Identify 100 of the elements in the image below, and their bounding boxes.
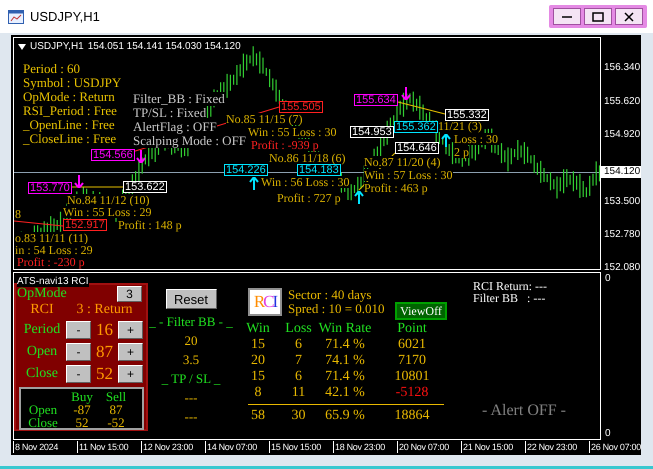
down-arrow-icon <box>136 149 146 163</box>
minus-button[interactable]: - <box>66 365 91 383</box>
column-header: Loss <box>284 321 313 337</box>
table-cell-text: 8 <box>254 385 262 401</box>
tpsl-value: --- <box>184 389 198 407</box>
window-title: USDJPY,H1 <box>30 9 101 24</box>
trade-text: o.83 11/11 (11) <box>15 232 88 244</box>
column-header: Win <box>245 321 271 337</box>
mode-value: 3 : Return <box>76 302 134 318</box>
column-header: Point <box>396 321 428 337</box>
stepper-value: 16 <box>95 320 114 340</box>
plus-button[interactable]: + <box>118 321 143 339</box>
stepper-label: Close <box>25 366 59 382</box>
table-cell-text: 15 <box>250 337 266 353</box>
table-cell-text: 11 <box>290 385 306 401</box>
table-cell-text: 52 <box>74 415 90 428</box>
time-axis-label: 21 Nov 15:00 <box>461 441 525 453</box>
time-axis-label: 26 Nov 07:00 <box>589 441 653 453</box>
minus-button[interactable]: - <box>66 321 91 339</box>
time-axis-label: 20 Nov 07:00 <box>397 441 461 453</box>
trade-text: Profit : 727 p <box>277 192 341 204</box>
info-text: AlertFlag : OFF <box>133 120 217 134</box>
time-axis-label: 14 Nov 07:00 <box>205 441 269 453</box>
plus-button[interactable]: + <box>118 343 143 361</box>
dropdown-triangle-icon[interactable] <box>18 44 26 50</box>
trade-text: Win : 55 Loss : 29 <box>63 206 152 218</box>
trade-text: Profit : 148 p <box>118 219 182 231</box>
price-label: 154.183 <box>297 164 341 176</box>
price-label: 152.917 <box>63 219 107 231</box>
trade-text: Profit : -939 p <box>251 139 319 151</box>
minimize-button[interactable] <box>553 8 581 25</box>
close-icon <box>624 12 634 22</box>
trade-text: No.86 11/18 (6) <box>269 152 346 164</box>
ohlc-values: 154.051 154.141 154.030 154.120 <box>88 41 241 52</box>
opmode-label: OpMode <box>17 286 67 302</box>
table-cell-text: 6021 <box>397 337 427 353</box>
down-arrow-icon <box>401 86 411 100</box>
total-cell-text: 30 <box>290 408 306 424</box>
price-axis-label: 155.620 <box>604 96 640 108</box>
price-axis-label: 152.780 <box>604 229 640 242</box>
info-text: TP/SL : Fixed <box>133 106 206 120</box>
time-axis-label: 11 Nov 15:00 <box>77 441 141 453</box>
maximize-button[interactable] <box>584 8 612 25</box>
plus-button[interactable]: + <box>118 365 143 383</box>
price-axis-label: 154.920 <box>604 128 640 141</box>
info-text: Scalping Mode : OFF <box>133 134 246 148</box>
price-label: 154.646 <box>395 142 439 154</box>
minimize-icon <box>562 16 572 18</box>
table-cell-text: -52 <box>106 415 126 428</box>
trade-text: 8 <box>15 208 21 220</box>
current-price-label: 154.120 <box>601 166 641 178</box>
filter-value: 20 <box>184 332 198 350</box>
trade-text: Profit : -230 p <box>17 256 85 268</box>
up-arrow-icon <box>249 177 259 191</box>
section-title: _ - Filter BB - _ <box>149 313 233 331</box>
time-axis-label: 22 Nov 23:00 <box>525 441 589 453</box>
tpsl-value: --- <box>184 408 198 426</box>
table-cell-text: 6 <box>294 369 303 385</box>
trade-text: No.84 11/12 (10) <box>67 194 150 206</box>
minus-button[interactable]: - <box>66 343 91 361</box>
down-arrow-icon <box>74 174 84 188</box>
chart-window-icon <box>8 10 24 24</box>
reset-button[interactable]: Reset <box>166 289 216 309</box>
table-cell-text: 74.1 % <box>324 353 366 369</box>
trade-text: 2 p <box>454 146 469 158</box>
table-cell-text: 10801 <box>394 369 430 385</box>
indicator-title: ATS-navi13 RCI <box>17 276 89 287</box>
stepper-label: Open <box>26 344 58 360</box>
info-text: Symbol : USDJPY <box>23 76 122 90</box>
symbol-label: USDJPY,H1 <box>30 41 84 52</box>
column-header: Buy <box>70 389 94 402</box>
trade-text: in : 54 Loss : 29 <box>15 244 93 256</box>
info-text: _CloseLine : Free <box>23 132 116 146</box>
total-cell-text: 65.9 % <box>324 408 366 424</box>
view-off-button[interactable]: ViewOff <box>395 302 447 320</box>
trade-line <box>14 220 64 226</box>
opmode-button[interactable]: 3 <box>117 286 142 302</box>
price-label: 154.226 <box>224 164 268 176</box>
mode-label: RCI <box>29 302 55 318</box>
table-cell-text: 42.1 % <box>324 385 366 401</box>
info-text: Filter_BB : Fixed <box>133 92 225 106</box>
price-label: 155.332 <box>445 109 489 121</box>
info-text: Period : 60 <box>23 62 80 76</box>
section-title: _ TP / SL _ <box>162 370 220 388</box>
table-cell-text: 71.4 % <box>324 337 366 353</box>
table-cell-text: 7170 <box>397 353 427 369</box>
time-axis-label: 12 Nov 23:00 <box>141 441 205 453</box>
spread-text: Spred : 10 = 0.010 <box>288 302 385 316</box>
alert-status: - Alert OFF - <box>482 402 566 420</box>
table-cell-text: -5128 <box>394 385 430 401</box>
price-label: 155.362 <box>394 121 438 133</box>
price-label: 155.505 <box>279 101 323 113</box>
time-axis-label: 8 Nov 2024 <box>13 441 77 453</box>
stepper-value: 52 <box>95 364 114 384</box>
trade-text: No.85 11/15 (7) <box>226 113 303 125</box>
close-button[interactable] <box>615 8 643 25</box>
row-label: Open <box>28 402 58 415</box>
trade-text: Loss : 30 <box>454 133 498 145</box>
status-text: Filter BB : --- <box>473 292 546 304</box>
trade-text: Win : 56 Loss : 30 <box>261 176 350 188</box>
